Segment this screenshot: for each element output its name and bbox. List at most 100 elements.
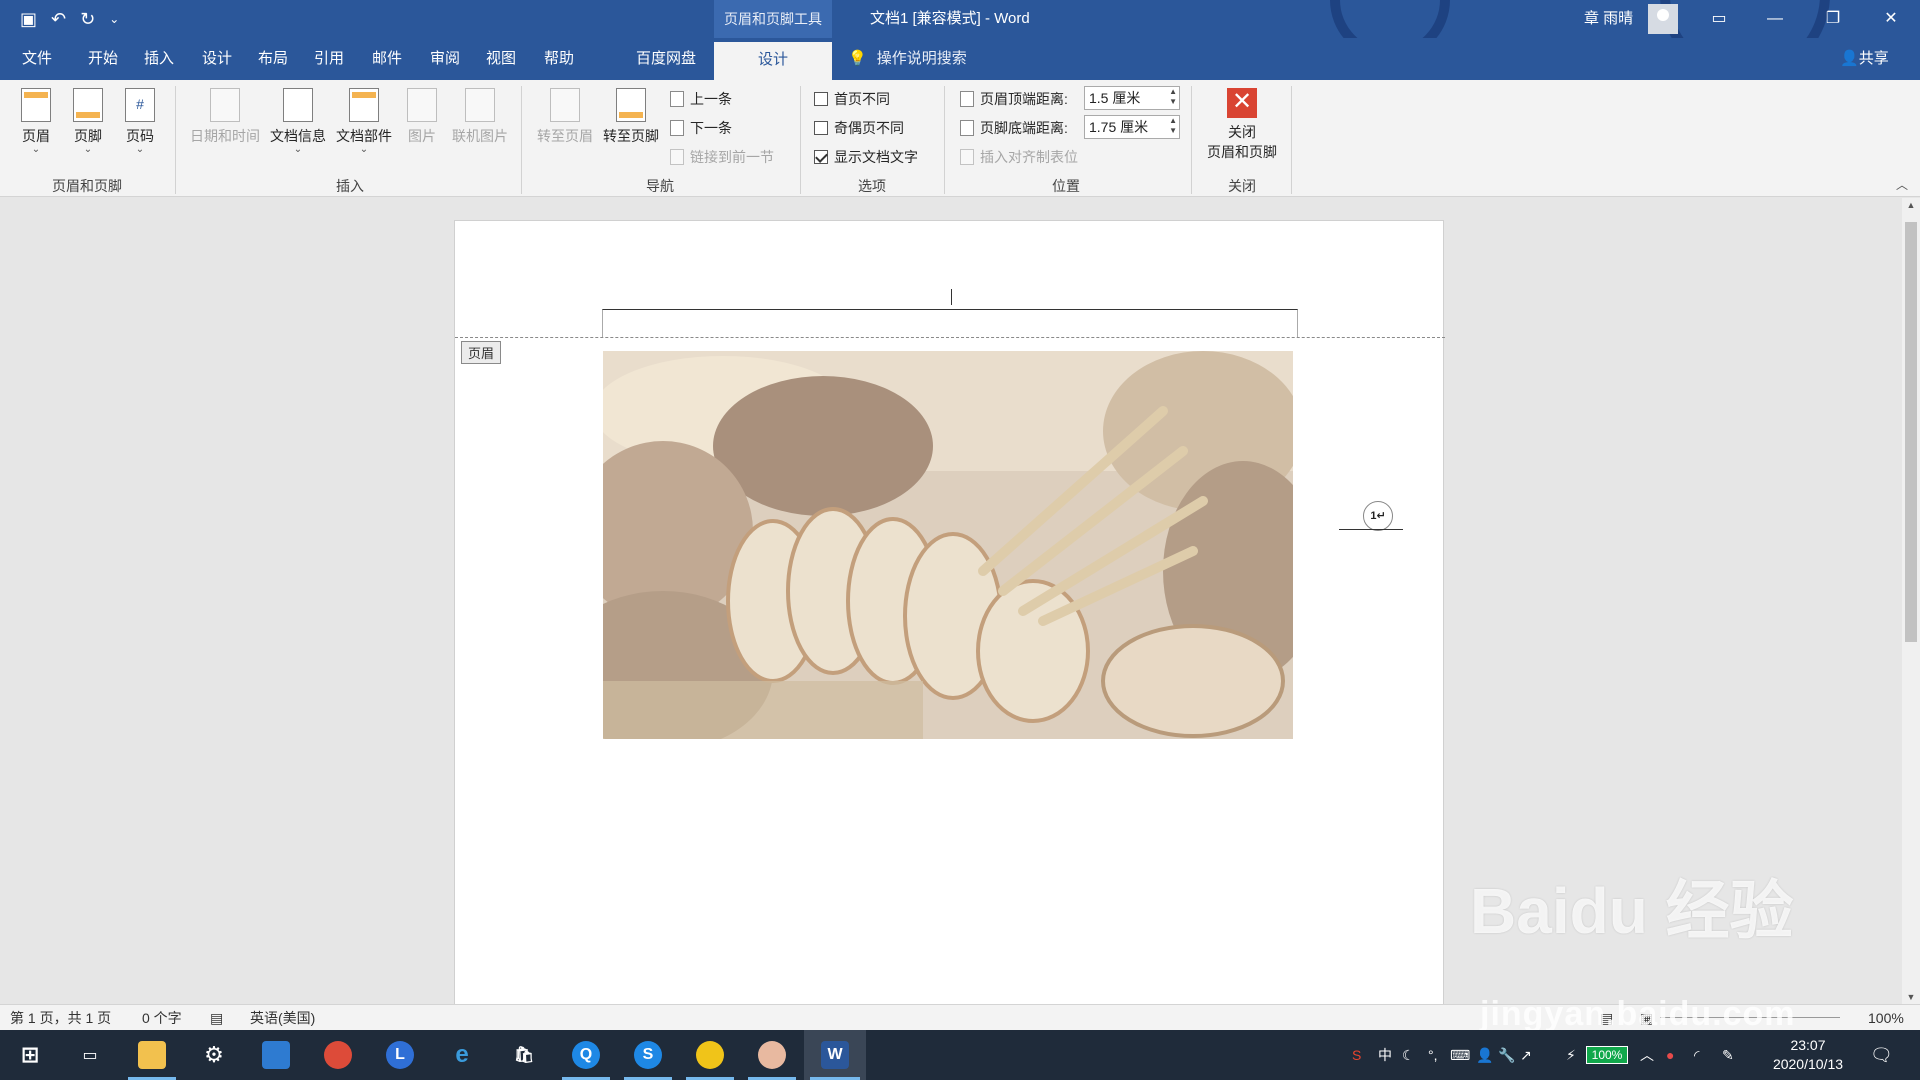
battery-indicator[interactable]: 100% <box>1586 1046 1628 1064</box>
tab-baidu-netdisk[interactable]: 百度网盘 <box>636 38 696 80</box>
tab-home[interactable]: 开始 <box>88 38 118 80</box>
taskbar-cartoon-app[interactable] <box>742 1030 802 1080</box>
page-count-status[interactable]: 第 1 页，共 1 页 <box>10 1005 111 1031</box>
taskbar-app-l[interactable]: L <box>370 1030 430 1080</box>
tab-insert[interactable]: 插入 <box>144 38 174 80</box>
close-icon[interactable]: ✕ <box>1868 0 1914 38</box>
header-button-label: 页眉 <box>22 128 50 144</box>
wrench-icon[interactable]: 🔧 <box>1498 1030 1515 1080</box>
wifi-icon[interactable]: ◜ <box>1694 1030 1699 1080</box>
tab-help[interactable]: 帮助 <box>544 38 574 80</box>
minimize-icon[interactable]: — <box>1752 0 1798 38</box>
tab-review[interactable]: 审阅 <box>430 38 460 80</box>
taskbar-search-app[interactable]: Q <box>556 1030 616 1080</box>
insert-alignment-tab-button[interactable]: 插入对齐制表位 <box>960 146 1078 168</box>
doc-parts-button[interactable]: 文档部件 ⌄ <box>332 88 396 155</box>
doc-parts-label: 文档部件 <box>336 128 392 144</box>
proofing-icon[interactable]: ▤ <box>210 1005 223 1031</box>
ribbon-display-icon[interactable]: ▭ <box>1696 0 1742 38</box>
share-button[interactable]: 👤共享 <box>1840 38 1889 80</box>
customize-icon[interactable]: ⌄ <box>109 8 119 30</box>
save-icon[interactable]: ▣ <box>20 8 37 30</box>
ime-mode[interactable]: 中 <box>1378 1030 1392 1080</box>
collapse-ribbon-icon[interactable]: ︿ <box>1896 176 1908 193</box>
taskbar-ie[interactable]: e <box>432 1030 492 1080</box>
clock[interactable]: 23:07 2020/10/13 <box>1760 1036 1856 1074</box>
close-header-footer-button[interactable]: ✕ 关闭 页眉和页脚 <box>1200 88 1284 162</box>
page-number-field[interactable]: 1↵ <box>1363 501 1393 531</box>
word-count-status[interactable]: 0 个字 <box>142 1005 182 1031</box>
scroll-up-icon[interactable]: ▲ <box>1902 200 1920 210</box>
user-icon[interactable]: 👤 <box>1476 1030 1493 1080</box>
zoom-level[interactable]: 100% <box>1868 1005 1904 1031</box>
taskbar-word[interactable]: W <box>804 1030 866 1080</box>
tab-design[interactable]: 设计 <box>202 38 232 80</box>
task-view-button[interactable]: ▭ <box>60 1030 120 1080</box>
date-time-button[interactable]: 日期和时间 <box>186 88 264 146</box>
header-table-box[interactable] <box>602 309 1298 338</box>
taskbar-settings[interactable]: ⚙ <box>184 1030 244 1080</box>
taskbar-chrome[interactable] <box>308 1030 368 1080</box>
moon-icon[interactable]: ☾ <box>1402 1030 1415 1080</box>
next-button[interactable]: 下一条 <box>670 117 732 139</box>
group-label-navigation: 导航 <box>646 178 674 194</box>
header-button[interactable]: 页眉 ⌄ <box>18 88 54 155</box>
goto-footer-button[interactable]: 转至页脚 <box>598 88 664 146</box>
footer-bottom-distance-input[interactable]: 1.75 厘米 ▲ ▼ <box>1084 115 1180 139</box>
footer-button[interactable]: 页脚 ⌄ <box>70 88 106 155</box>
undo-icon[interactable]: ↶ <box>51 8 66 30</box>
spinner-arrows-icon[interactable]: ▲ ▼ <box>1169 116 1177 136</box>
avatar[interactable] <box>1648 4 1678 34</box>
online-picture-button[interactable]: 联机图片 <box>446 88 514 146</box>
tab-references[interactable]: 引用 <box>314 38 344 80</box>
show-document-text-checkbox[interactable]: 显示文档文字 <box>814 146 918 168</box>
different-first-page-checkbox[interactable]: 首页不同 <box>814 88 890 110</box>
page-number-icon: # <box>125 88 155 122</box>
link-to-previous-button[interactable]: 链接到前一节 <box>670 146 774 168</box>
tab-file[interactable]: 文件 <box>22 38 52 80</box>
qq-icon[interactable]: ● <box>1666 1030 1674 1080</box>
user-name[interactable]: 章 雨晴 <box>1584 0 1633 38</box>
group-divider <box>1191 86 1192 194</box>
punctuation-icon[interactable]: °, <box>1428 1030 1438 1080</box>
taskbar-feishu[interactable]: S <box>618 1030 678 1080</box>
chevron-up-icon[interactable]: ︿ <box>1640 1030 1654 1080</box>
tab-view[interactable]: 视图 <box>486 38 516 80</box>
external-link-icon[interactable]: ↗ <box>1520 1030 1532 1080</box>
notification-icon[interactable]: 🗨 <box>1870 1030 1893 1080</box>
previous-button[interactable]: 上一条 <box>670 88 732 110</box>
page-number-button[interactable]: # 页码 ⌄ <box>122 88 158 155</box>
header-top-distance-input[interactable]: 1.5 厘米 ▲ ▼ <box>1084 86 1180 110</box>
footer-bottom-distance-label: 页脚底端距离: <box>960 117 1068 139</box>
spinner-arrows-icon[interactable]: ▲ ▼ <box>1169 87 1177 107</box>
vertical-scrollbar[interactable]: ▲ ▼ <box>1902 198 1920 1004</box>
language-status[interactable]: 英语(美国) <box>250 1005 315 1031</box>
taskbar-photos[interactable] <box>246 1030 306 1080</box>
goto-header-button[interactable]: 转至页眉 <box>532 88 598 146</box>
picture-button[interactable]: 图片 <box>400 88 444 146</box>
previous-label: 上一条 <box>690 91 732 107</box>
scroll-down-icon[interactable]: ▼ <box>1902 992 1920 1002</box>
start-button[interactable]: ⊞ <box>0 1030 60 1080</box>
redo-icon[interactable]: ↻ <box>80 8 95 30</box>
keyboard-icon[interactable]: ⌨ <box>1450 1030 1470 1080</box>
sogou-ime-icon[interactable]: S <box>1352 1030 1361 1080</box>
scrollbar-thumb[interactable] <box>1905 222 1917 642</box>
tell-me-search[interactable]: 💡 操作说明搜索 <box>848 38 967 80</box>
doc-info-button[interactable]: 文档信息 ⌄ <box>266 88 330 155</box>
different-odd-even-checkbox[interactable]: 奇偶页不同 <box>814 117 904 139</box>
pen-icon[interactable]: ✎ <box>1722 1030 1734 1080</box>
power-plug-icon[interactable]: ⚡ <box>1566 1030 1576 1080</box>
taskbar-file-explorer[interactable] <box>122 1030 182 1080</box>
taskbar-store[interactable]: 🛍 <box>494 1030 554 1080</box>
tab-layout[interactable]: 布局 <box>258 38 288 80</box>
header-boundary-line <box>455 337 1445 338</box>
close-label-line1: 关闭 <box>1228 124 1256 140</box>
restore-icon[interactable]: ❐ <box>1810 0 1856 38</box>
tab-mailings[interactable]: 邮件 <box>372 38 402 80</box>
tab-header-footer-design[interactable]: 设计 <box>714 42 832 80</box>
show-document-text-label: 显示文档文字 <box>834 149 918 165</box>
document-page[interactable]: 页眉 1↵ <box>454 220 1445 1004</box>
bread-and-wheat-image[interactable] <box>603 351 1293 739</box>
taskbar-media-app[interactable] <box>680 1030 740 1080</box>
